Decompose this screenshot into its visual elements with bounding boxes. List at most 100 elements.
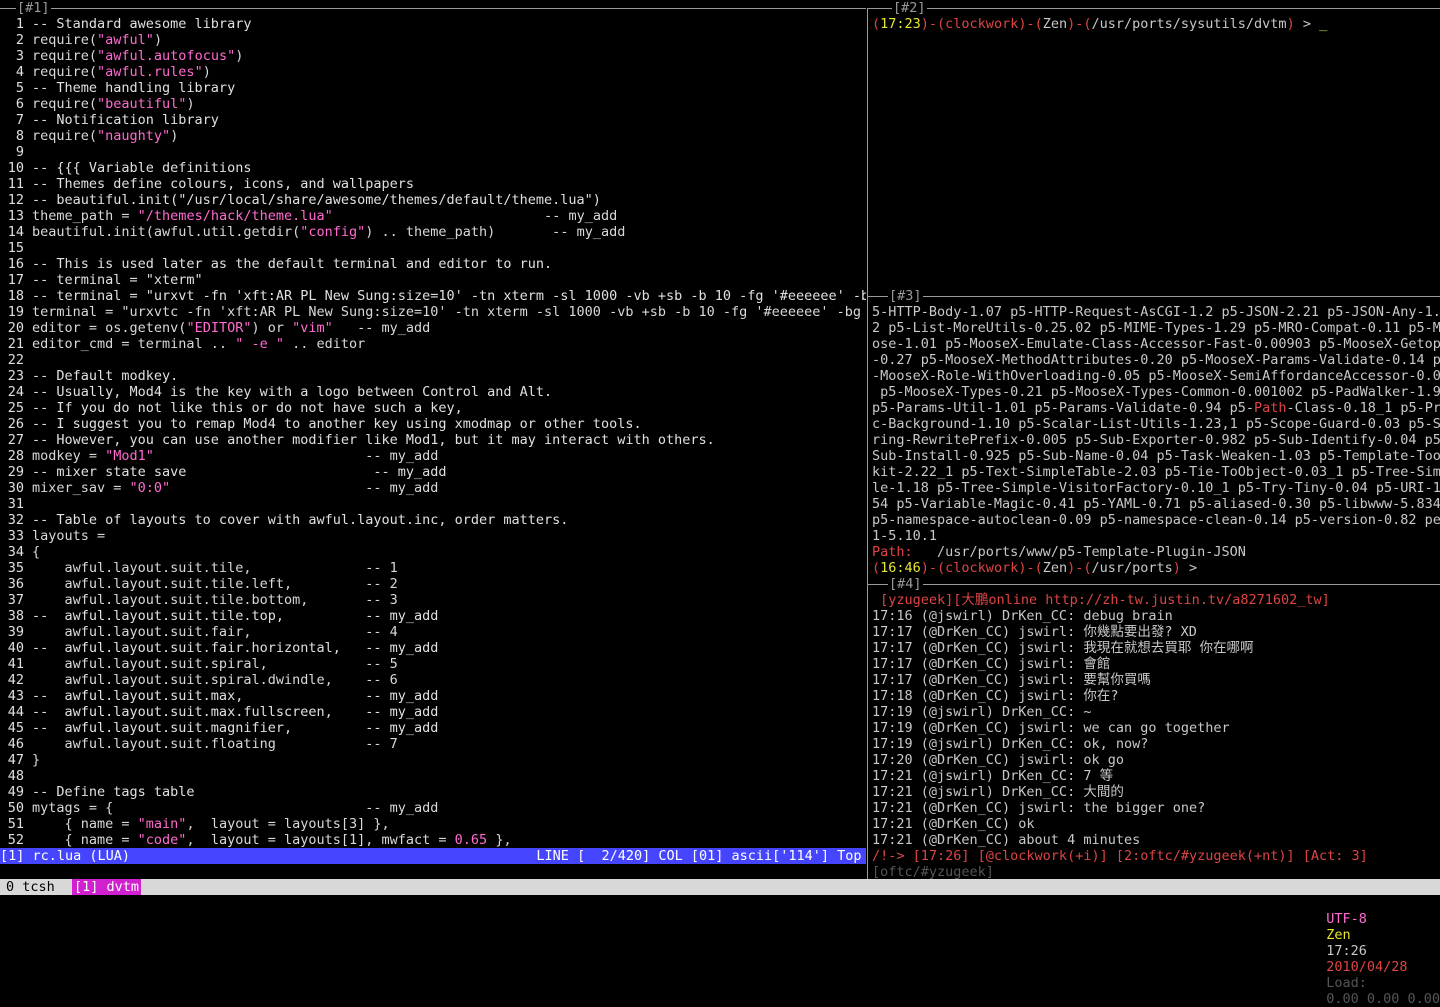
window-1-title[interactable]: [#1] [16, 0, 51, 16]
editor-line[interactable]: 48 [0, 768, 866, 784]
editor-line[interactable]: 6 require("beautiful") [0, 96, 866, 112]
editor-line[interactable]: 5 -- Theme handling library [0, 80, 866, 96]
terminal-pane-2[interactable]: (17:23)-(clockwork)-(Zen)-(/usr/ports/sy… [872, 16, 1440, 288]
editor-line[interactable]: 10 -- {{{ Variable definitions [0, 160, 866, 176]
irc-message: 17:16 (@jswirl) DrKen_CC: debug brain [872, 608, 1173, 624]
load-values: 0.00 0.00 0.00 [1326, 991, 1440, 1007]
output-line: 5-HTTP-Body-1.07 p5-HTTP-Request-AsCGI-1… [872, 304, 1440, 320]
line-number: 34 [7, 544, 24, 560]
window-2-title[interactable]: [#2] [892, 0, 927, 16]
irc-message: 17:20 (@DrKen_CC) jswirl: ok go [872, 752, 1124, 768]
editor-line[interactable]: 15 [0, 240, 866, 256]
irc-message: 17:17 (@DrKen_CC) jswirl: 會館 [872, 656, 1111, 672]
editor-line[interactable]: 26 -- I suggest you to remap Mod4 to anot… [0, 416, 866, 432]
editor-line[interactable]: 28 modkey = "Mod1" -- my_add [0, 448, 866, 464]
editor-line[interactable]: 17 -- terminal = "xterm" [0, 272, 866, 288]
line-text: { name = "code", layout = layouts[1], mw… [32, 832, 512, 848]
output-line: kit-2.22_1 p5-Text-SimpleTable-2.03 p5-T… [872, 464, 1440, 480]
editor-line[interactable]: 36 awful.layout.suit.tile.left, -- 2 [0, 576, 866, 592]
editor-line[interactable]: 11 -- Themes define colours, icons, and w… [0, 176, 866, 192]
editor-line[interactable]: 7 -- Notification library [0, 112, 866, 128]
line-number: 1 [15, 16, 24, 32]
editor-pane[interactable]: 1 -- Standard awesome library 2 require("aw… [0, 16, 866, 848]
editor-line[interactable]: 40 -- awful.layout.suit.fair.horizontal, … [0, 640, 866, 656]
editor-line[interactable]: 50 mytags = { -- my_add [0, 800, 866, 816]
editor-line[interactable]: 41 awful.layout.suit.spiral, -- 5 [0, 656, 866, 672]
line-text: editor_cmd = terminal .. " -e " .. edito… [32, 336, 366, 352]
tag-dvtm[interactable]: [1] dvtm [72, 879, 142, 895]
shell-prompt: (17:23)-(clockwork)-(Zen)-(/usr/ports/sy… [872, 16, 1328, 32]
line-number: 23 [7, 368, 24, 384]
line-number: 28 [7, 448, 24, 464]
editor-line[interactable]: 34 { [0, 544, 866, 560]
editor-line[interactable]: 8 require("naughty") [0, 128, 866, 144]
editor-line[interactable]: 18 -- terminal = "urxvt -fn 'xft:AR PL Ne… [0, 288, 866, 304]
editor-line[interactable]: 31 [0, 496, 866, 512]
editor-line[interactable]: 39 awful.layout.suit.fair, -- 4 [0, 624, 866, 640]
line-text: require("naughty") [32, 128, 179, 144]
editor-line[interactable]: 3 require("awful.autofocus") [0, 48, 866, 64]
vertical-divider[interactable] [867, 8, 868, 879]
editor-line[interactable]: 20 editor = os.getenv("EDITOR") or "vim" … [0, 320, 866, 336]
editor-line[interactable]: 23 -- Default modkey. [0, 368, 866, 384]
editor-line[interactable]: 38 -- awful.layout.suit.tile.top, -- my_a… [0, 608, 866, 624]
window-4-title[interactable]: [#4] [888, 576, 923, 592]
editor-line[interactable]: 19 terminal = "urxvtc -fn 'xft:AR PL New … [0, 304, 866, 320]
editor-line[interactable]: 22 [0, 352, 866, 368]
line-text: -- Standard awesome library [32, 16, 252, 32]
editor-line[interactable]: 12 -- beautiful.init("/usr/local/share/aw… [0, 192, 866, 208]
path-label: Path: [872, 544, 913, 560]
editor-line[interactable]: 29 -- mixer state save -- my_add [0, 464, 866, 480]
editor-line[interactable]: 1 -- Standard awesome library [0, 16, 866, 32]
editor-line[interactable]: 9 [0, 144, 866, 160]
line-text: awful.layout.suit.fair, -- 4 [32, 624, 398, 640]
editor-line[interactable]: 46 awful.layout.suit.floating -- 7 [0, 736, 866, 752]
editor-line[interactable]: 27 -- However, you can use another modifi… [0, 432, 866, 448]
line-text: -- Theme handling library [32, 80, 236, 96]
editor-line[interactable]: 45 -- awful.layout.suit.magnifier, -- my_… [0, 720, 866, 736]
editor-line[interactable]: 25 -- If you do not like this or do not h… [0, 400, 866, 416]
line-text: } [32, 752, 41, 768]
editor-line[interactable]: 4 require("awful.rules") [0, 64, 866, 80]
line-text: mixer_sav = "0:0" -- my_add [32, 480, 439, 496]
output-line: p5-namespace-autoclean-0.09 p5-namespace… [872, 512, 1440, 528]
tag-tcsh[interactable]: 0 tcsh [6, 879, 55, 895]
editor-line[interactable]: 47} [0, 752, 866, 768]
irc-message: 17:19 (@jswirl) DrKen_CC: ok, now? [872, 736, 1149, 752]
editor-line[interactable]: 49 -- Define tags table [0, 784, 866, 800]
editor-line[interactable]: 42 awful.layout.suit.spiral.dwindle, -- … [0, 672, 866, 688]
line-text: -- However, you can use another modifier… [32, 432, 715, 448]
irc-pane[interactable]: [yzugeek][大鵬online http://zh-tw.justin.t… [872, 592, 1440, 880]
editor-line[interactable]: 32 -- Table of layouts to cover with awfu… [0, 512, 866, 528]
output-line: 54 p5-Variable-Magic-0.41 p5-YAML-0.71 p… [872, 496, 1440, 512]
editor-line[interactable]: 37 awful.layout.suit.tile.bottom, -- 3 [0, 592, 866, 608]
editor-line[interactable]: 21 editor_cmd = terminal .. " -e " .. edi… [0, 336, 866, 352]
editor-line[interactable]: 14 beautiful.init(awful.util.getdir("conf… [0, 224, 866, 240]
line-text: -- Table of layouts to cover with awful.… [32, 512, 569, 528]
line-number: 27 [7, 432, 24, 448]
line-number: 50 [7, 800, 24, 816]
editor-line[interactable]: 44 -- awful.layout.suit.max.fullscreen, -… [0, 704, 866, 720]
window-2-border-top [868, 8, 1440, 9]
line-number: 21 [7, 336, 24, 352]
line-text: require("awful.rules") [32, 64, 211, 80]
terminal-pane-3[interactable]: 5-HTTP-Body-1.07 p5-HTTP-Request-AsCGI-1… [872, 304, 1440, 576]
line-number: 6 [15, 96, 24, 112]
editor-line[interactable]: 13 theme_path = "/themes/hack/theme.lua" … [0, 208, 866, 224]
window-3-title[interactable]: [#3] [888, 288, 923, 304]
irc-input[interactable]: [oftc/#yzugeek] [872, 864, 1440, 880]
editor-line[interactable]: 51 { name = "main", layout = layouts[3] … [0, 816, 866, 832]
editor-line[interactable]: 2 require("awful") [0, 32, 866, 48]
editor-line[interactable]: 52 { name = "code", layout = layouts[1],… [0, 832, 866, 848]
editor-line[interactable]: 43 -- awful.layout.suit.max, -- my_add [0, 688, 866, 704]
editor-statusline: [1] rc.lua (LUA) LINE [ 2/420] COL [01] … [0, 848, 866, 864]
editor-line[interactable]: 35 awful.layout.suit.tile, -- 1 [0, 560, 866, 576]
line-number: 47 [7, 752, 24, 768]
line-text: editor = os.getenv("EDITOR") or "vim" --… [32, 320, 431, 336]
line-text: -- Default modkey. [32, 368, 179, 384]
line-text: -- Define tags table [32, 784, 195, 800]
editor-line[interactable]: 33 layouts = [0, 528, 866, 544]
editor-line[interactable]: 24 -- Usually, Mod4 is the key with a log… [0, 384, 866, 400]
editor-line[interactable]: 16 -- This is used later as the default t… [0, 256, 866, 272]
editor-line[interactable]: 30 mixer_sav = "0:0" -- my_add [0, 480, 866, 496]
